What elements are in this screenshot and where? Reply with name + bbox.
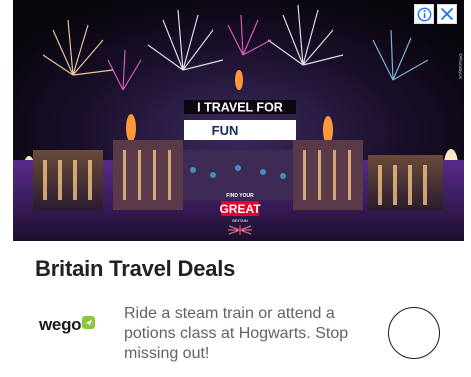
ad-card[interactable]: I TRAVEL FOR FUN FIND YOUR GREAT BRITAIN… xyxy=(13,0,464,377)
info-button[interactable] xyxy=(414,4,434,24)
close-button[interactable] xyxy=(437,4,457,24)
brand-sub: BRITAIN xyxy=(232,218,248,223)
plane-icon xyxy=(82,315,96,329)
banner-line-2: FUN xyxy=(212,123,239,138)
ad-hero-image[interactable]: I TRAVEL FOR FUN FIND YOUR GREAT BRITAIN… xyxy=(13,0,464,241)
ad-headline[interactable]: Britain Travel Deals xyxy=(35,256,235,282)
i-travel-for-fun-banner: I TRAVEL FOR FUN xyxy=(184,100,296,140)
photo-credit: ©PhotoByUs xyxy=(458,53,464,80)
close-icon xyxy=(441,8,453,20)
cta-button[interactable] xyxy=(388,307,440,359)
advertiser-logo-text: wego xyxy=(39,315,82,334)
brand-tag: FIND YOUR xyxy=(226,193,254,199)
banner-line-1: I TRAVEL FOR xyxy=(197,101,283,115)
adchoices xyxy=(414,4,457,24)
advertiser-logo[interactable]: wego xyxy=(39,315,96,335)
ad-description[interactable]: Ride a steam train or attend a potions c… xyxy=(124,304,379,364)
brand-name: GREAT xyxy=(219,202,261,216)
info-icon xyxy=(417,7,431,21)
